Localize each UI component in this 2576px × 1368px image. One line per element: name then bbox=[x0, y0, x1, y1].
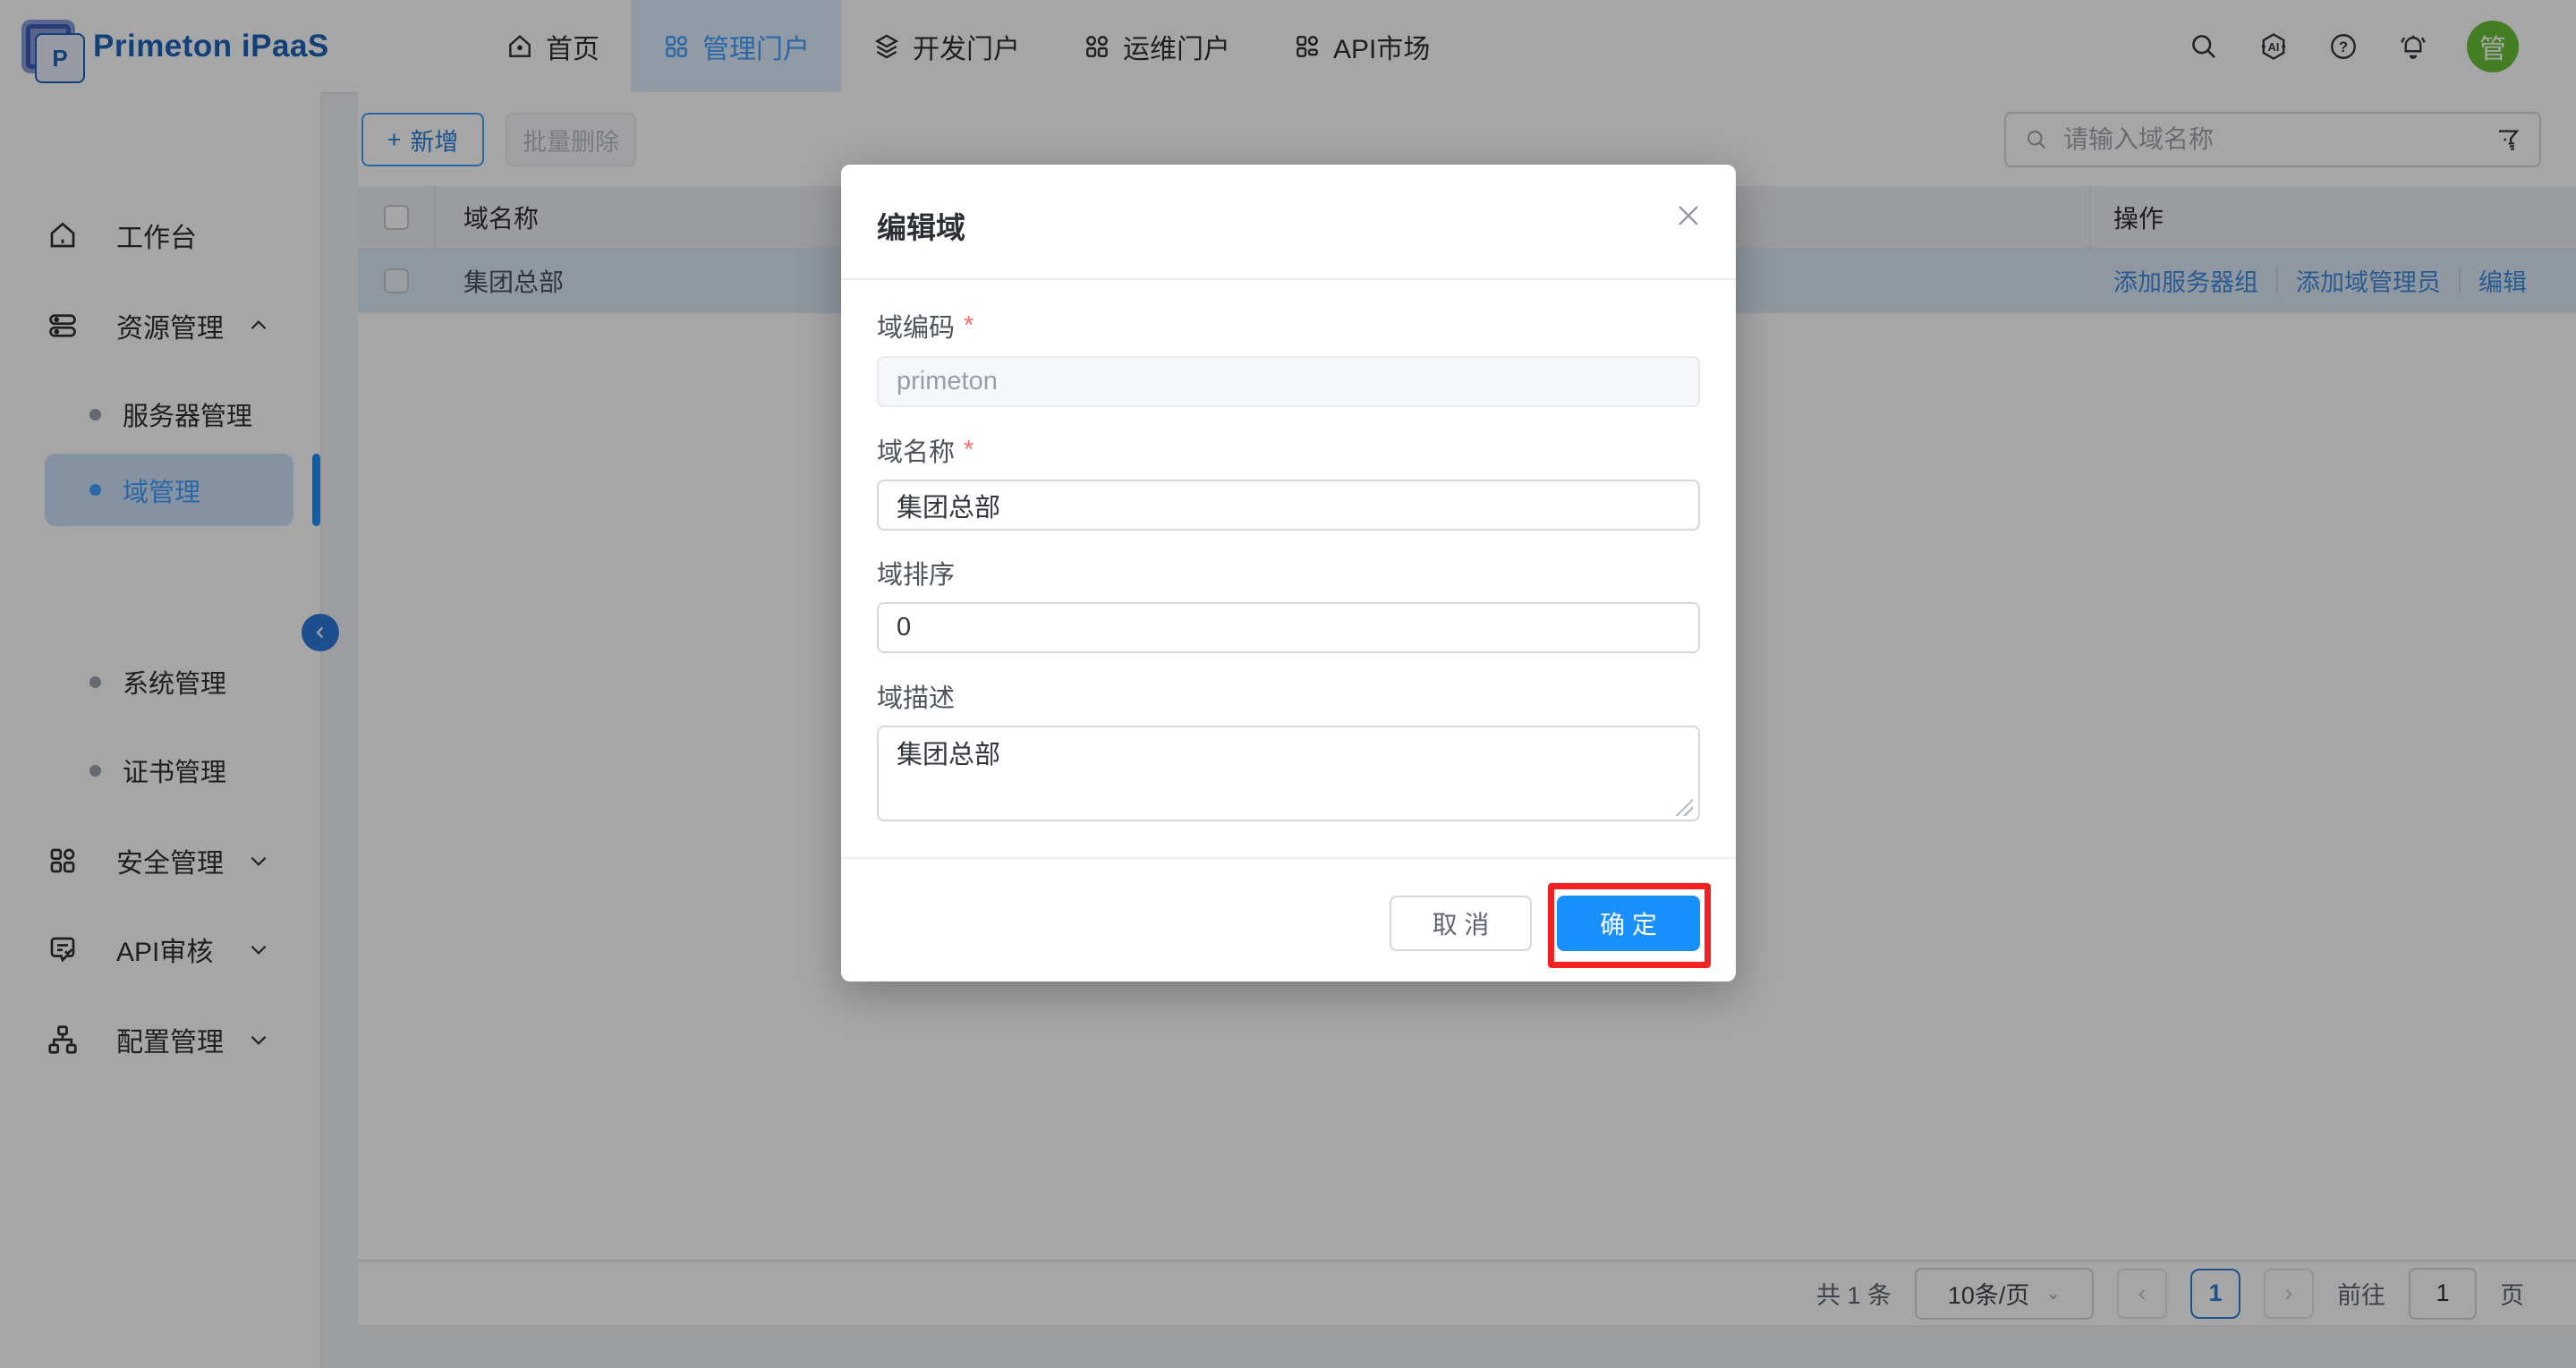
close-icon[interactable] bbox=[1673, 200, 1704, 231]
domain-code-input[interactable] bbox=[877, 356, 1700, 407]
app-window: P Primeton iPaaS 首页 管理门户 开发门户 运维门户 bbox=[0, 0, 2576, 1368]
domain-name-input[interactable] bbox=[877, 480, 1700, 531]
cancel-button[interactable]: 取 消 bbox=[1390, 896, 1532, 951]
confirm-button[interactable]: 确 定 bbox=[1557, 896, 1700, 951]
cancel-label: 取 消 bbox=[1433, 905, 1490, 941]
field-label-domain-name: 域名称 * bbox=[877, 432, 973, 468]
label-text: 域编码 bbox=[877, 307, 955, 344]
label-text: 域描述 bbox=[877, 677, 955, 715]
field-label-domain-description: 域描述 bbox=[877, 678, 955, 714]
domain-sort-input[interactable] bbox=[877, 602, 1700, 653]
required-mark: * bbox=[964, 436, 973, 465]
required-mark: * bbox=[964, 311, 973, 341]
domain-description-textarea[interactable]: 集团总部 bbox=[877, 726, 1700, 821]
label-text: 域名称 bbox=[877, 431, 955, 469]
confirm-label: 确 定 bbox=[1600, 905, 1657, 941]
dialog-header-divider bbox=[841, 278, 1736, 280]
label-text: 域排序 bbox=[877, 554, 955, 591]
dialog-footer-divider bbox=[841, 857, 1736, 859]
field-label-domain-sort: 域排序 bbox=[877, 555, 955, 591]
field-label-domain-code: 域编码 * bbox=[877, 308, 973, 344]
dialog-title: 编辑域 bbox=[877, 204, 965, 247]
edit-domain-dialog: 编辑域 域编码 * 域名称 * 域排序 域描述 集团总部 取 消 确 定 bbox=[841, 165, 1736, 981]
